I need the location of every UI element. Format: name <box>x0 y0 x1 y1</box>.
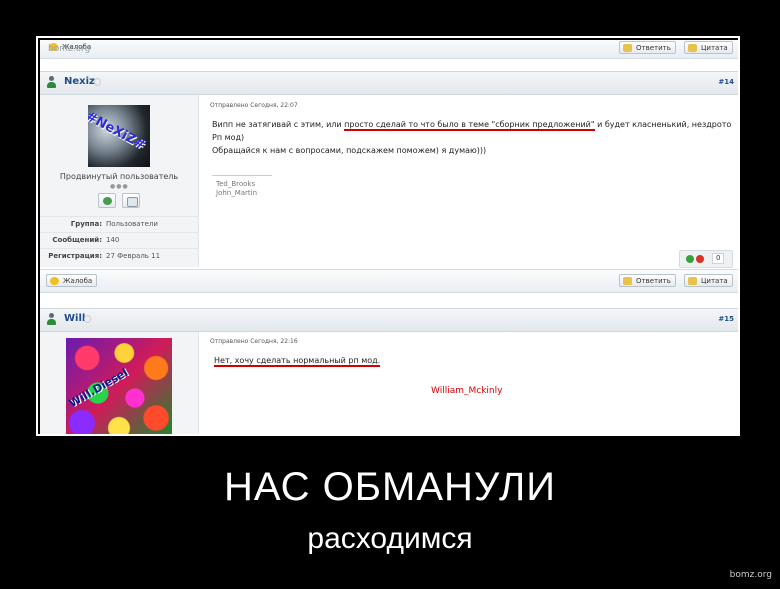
post-toolbar-bottom: Жалоба Ответить Цитата <box>40 269 738 293</box>
info-group: Группа: Пользователи <box>40 216 198 232</box>
user-rank: Продвинутый пользователь <box>59 172 179 181</box>
offline-status-icon <box>84 315 91 323</box>
quote-icon <box>688 277 697 285</box>
user-icon <box>46 76 57 88</box>
user-icon <box>46 313 57 325</box>
post-toolbar-top: Жалоба bomz.org Ответить Цитата <box>40 40 738 59</box>
underlined-phrase: просто сделай то что было в теме "сборни… <box>344 120 595 131</box>
reply-icon <box>623 44 632 52</box>
signature: Ted_Brooks John_Martin <box>216 180 258 197</box>
inner-watermark: bomz.org <box>48 44 91 54</box>
author-panel: Will.Diesel <box>40 332 199 434</box>
quote-button[interactable]: Цитата <box>684 41 733 54</box>
rating-count: 0 <box>712 253 725 264</box>
post-body: Випп не затягивай с этим, или просто сде… <box>212 120 732 155</box>
post-number[interactable]: #15 <box>718 315 734 323</box>
underlined-phrase: Нет, хочу сделать нормальный рп мод. <box>214 356 381 367</box>
avatar[interactable]: Will.Diesel <box>66 338 172 434</box>
caption-subtitle: расходимся <box>307 522 473 555</box>
post-date: Отправлено Сегодня, 22:16 <box>210 338 298 345</box>
report-button[interactable]: Жалоба <box>46 274 98 287</box>
message-icon <box>127 197 138 207</box>
offline-status-icon <box>94 78 101 86</box>
profile-icon <box>103 197 112 205</box>
warning-icon <box>50 277 59 285</box>
reply-button[interactable]: Ответить <box>619 41 676 54</box>
signature: William_Mckinly <box>431 386 503 396</box>
quote-button[interactable]: Цитата <box>684 274 733 287</box>
post-number[interactable]: #14 <box>718 78 734 86</box>
post-date: Отправлено Сегодня, 22:07 <box>210 102 298 109</box>
rank-pips-icon: ●●● <box>110 183 129 190</box>
avatar[interactable]: #NeXiZ# <box>88 105 150 167</box>
reply-icon <box>623 277 632 285</box>
info-posts: Сообщений: 140 <box>40 232 198 248</box>
post-header: Nexiz #14 <box>40 71 738 95</box>
post-header: Will #15 <box>40 308 738 332</box>
rating-box: 0 <box>679 250 733 268</box>
rate-up-icon[interactable] <box>686 255 694 263</box>
rate-down-icon[interactable] <box>696 255 704 263</box>
signature-divider <box>212 175 272 176</box>
reply-button[interactable]: Ответить <box>619 274 676 287</box>
watermark: bomz.org <box>729 570 772 580</box>
author-panel: #NeXiZ# Продвинутый пользователь ●●● Гру… <box>40 95 199 267</box>
avatar-text: Will.Diesel <box>66 365 131 411</box>
message-button[interactable] <box>122 193 140 208</box>
quote-icon <box>688 44 697 52</box>
avatar-text: #NeXiZ# <box>88 109 148 154</box>
poster-frame: Жалоба bomz.org Ответить Цитата Nexiz #1… <box>36 36 740 436</box>
post-author[interactable]: Will <box>64 313 85 324</box>
post-body: Нет, хочу сделать нормальный рп мод. <box>214 354 381 367</box>
caption-title: НАС ОБМАНУЛИ <box>223 465 557 509</box>
info-registered: Регистрация: 27 Февраль 11 <box>40 248 198 264</box>
forum-screenshot: Жалоба bomz.org Ответить Цитата Nexiz #1… <box>40 40 738 434</box>
post-author[interactable]: Nexiz <box>64 76 95 87</box>
profile-button[interactable] <box>98 193 116 208</box>
